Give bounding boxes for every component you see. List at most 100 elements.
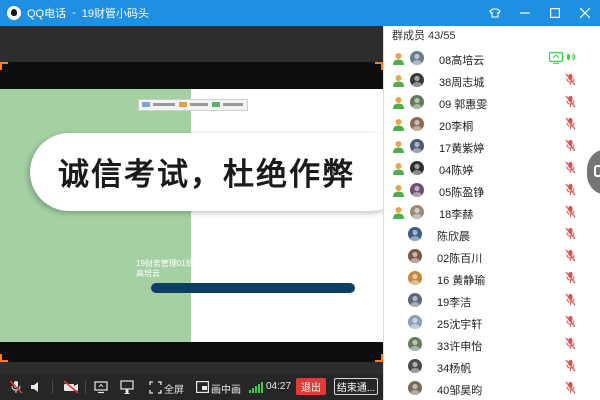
avatar-icon (410, 117, 424, 131)
toolbar-divider (85, 380, 86, 394)
toolbar-divider (52, 380, 53, 394)
member-status (565, 315, 576, 331)
member-name: 25沈宇轩 (437, 319, 483, 331)
member-user-icon (392, 74, 405, 88)
member-row[interactable]: 09 郭惠雯 (384, 92, 584, 114)
mic-muted-icon (565, 73, 576, 89)
speaker-icon[interactable] (28, 379, 44, 395)
mic-muted-icon (565, 359, 576, 375)
member-status (565, 161, 576, 176)
camera-off-icon[interactable] (63, 379, 79, 395)
member-status (565, 227, 576, 242)
member-row[interactable]: 25沈宇轩 (384, 312, 584, 334)
member-name: 17黄紫婷 (439, 143, 485, 155)
member-name: 18李赫 (439, 209, 474, 221)
member-name: 38周志城 (439, 77, 485, 89)
maximize-icon[interactable] (540, 0, 570, 26)
member-status (565, 337, 576, 353)
slide-author: 高培云 (136, 269, 160, 278)
member-row[interactable]: 陈欣晨 (384, 224, 584, 246)
mic-muted-icon (565, 381, 576, 397)
member-name: 02陈百川 (437, 253, 483, 265)
mic-muted-icon (565, 315, 576, 331)
avatar-icon (408, 315, 422, 329)
mic-muted-icon (565, 183, 576, 199)
member-status (565, 271, 576, 286)
screen-share-icon[interactable] (93, 379, 109, 395)
member-row[interactable]: 04陈婷 (384, 158, 584, 180)
member-row[interactable]: 40邹昊昀 (384, 378, 584, 400)
signal-icon (249, 382, 263, 393)
member-name: 34杨帆 (437, 363, 472, 375)
minimize-icon[interactable] (510, 0, 540, 26)
frame-corner (0, 62, 8, 70)
member-row[interactable]: 18李赫 (384, 202, 584, 224)
member-row[interactable]: 16 黄静瑜 (384, 268, 584, 290)
member-name: 05陈盈铮 (439, 187, 485, 199)
member-name: 19李洁 (437, 297, 472, 309)
mic-off-icon[interactable] (8, 379, 24, 395)
avatar-icon (408, 293, 422, 307)
member-name: 16 黄静瑜 (437, 275, 486, 287)
mic-muted-icon (565, 337, 576, 353)
slide-title: 诚信考试，杜绝作弊 (58, 157, 355, 193)
member-user-icon (392, 206, 405, 220)
member-row[interactable]: 19李洁 (384, 290, 584, 312)
member-row[interactable]: 20李桐 (384, 114, 584, 136)
member-row[interactable]: 05陈盈铮 (384, 180, 584, 202)
member-panel: 群成员 43/55 08高培云 38周志城 09 郭惠雯 20李桐 17黄紫婷 04陈婷 0… (383, 26, 600, 400)
member-status (549, 51, 576, 67)
avatar-icon (408, 359, 422, 373)
member-row[interactable]: 08高培云 (384, 48, 584, 70)
app-name: QQ电话 (27, 8, 67, 20)
pip-label[interactable]: 画中画 (211, 381, 241, 396)
call-toolbar: 全屏 画中画 04:27 退出 结束通... (0, 374, 383, 400)
member-status (565, 95, 576, 110)
member-name: 08高培云 (439, 55, 485, 67)
slide-accent-bar (151, 283, 355, 293)
group-name: 19财管小码头 (81, 8, 150, 20)
member-status (565, 205, 576, 220)
avatar-icon (408, 337, 422, 351)
member-user-icon (392, 140, 405, 154)
frame-corner (375, 62, 383, 70)
pip-icon[interactable] (194, 379, 210, 395)
title-bar: QQ电话 - 19财管小码头 (0, 0, 600, 26)
presenter-icon[interactable] (119, 379, 135, 395)
member-name: 40邹昊昀 (437, 385, 483, 397)
qq-logo-icon (7, 6, 21, 20)
fullscreen-icon[interactable] (147, 379, 163, 395)
title-separator: - (72, 7, 76, 19)
member-count-header: 群成员 43/55 (392, 30, 456, 42)
skin-icon[interactable] (480, 0, 510, 26)
avatar-icon (408, 227, 422, 241)
member-status (565, 139, 576, 154)
window-controls (480, 0, 600, 26)
close-icon[interactable] (570, 0, 600, 26)
fullscreen-label[interactable]: 全屏 (164, 381, 184, 396)
member-name: 33许申怡 (437, 341, 483, 353)
avatar-icon (410, 51, 424, 65)
video-area[interactable]: 诚信考试，杜绝作弊 19财务管理01班 高培云 (0, 26, 383, 374)
member-status (565, 293, 576, 309)
member-name: 09 郭惠雯 (439, 99, 488, 111)
member-user-icon (392, 52, 405, 66)
end-call-button[interactable]: 结束通... (334, 378, 378, 395)
quit-button[interactable]: 退出 (296, 378, 326, 395)
member-row[interactable]: 02陈百川 (384, 246, 584, 268)
avatar-icon (410, 73, 424, 87)
member-row[interactable]: 38周志城 (384, 70, 584, 92)
member-status (565, 249, 576, 264)
mic-muted-icon (565, 293, 576, 309)
member-user-icon (392, 184, 405, 198)
member-status (565, 359, 576, 375)
member-status (565, 73, 576, 89)
frame-corner (375, 354, 383, 362)
member-row[interactable]: 33许申怡 (384, 334, 584, 356)
member-row[interactable]: 34杨帆 (384, 356, 584, 378)
avatar-icon (410, 161, 424, 175)
avatar-icon (410, 205, 424, 219)
shared-screen[interactable]: 诚信考试，杜绝作弊 19财务管理01班 高培云 (0, 62, 383, 362)
member-row[interactable]: 17黄紫婷 (384, 136, 584, 158)
speaking-icon (566, 52, 576, 67)
